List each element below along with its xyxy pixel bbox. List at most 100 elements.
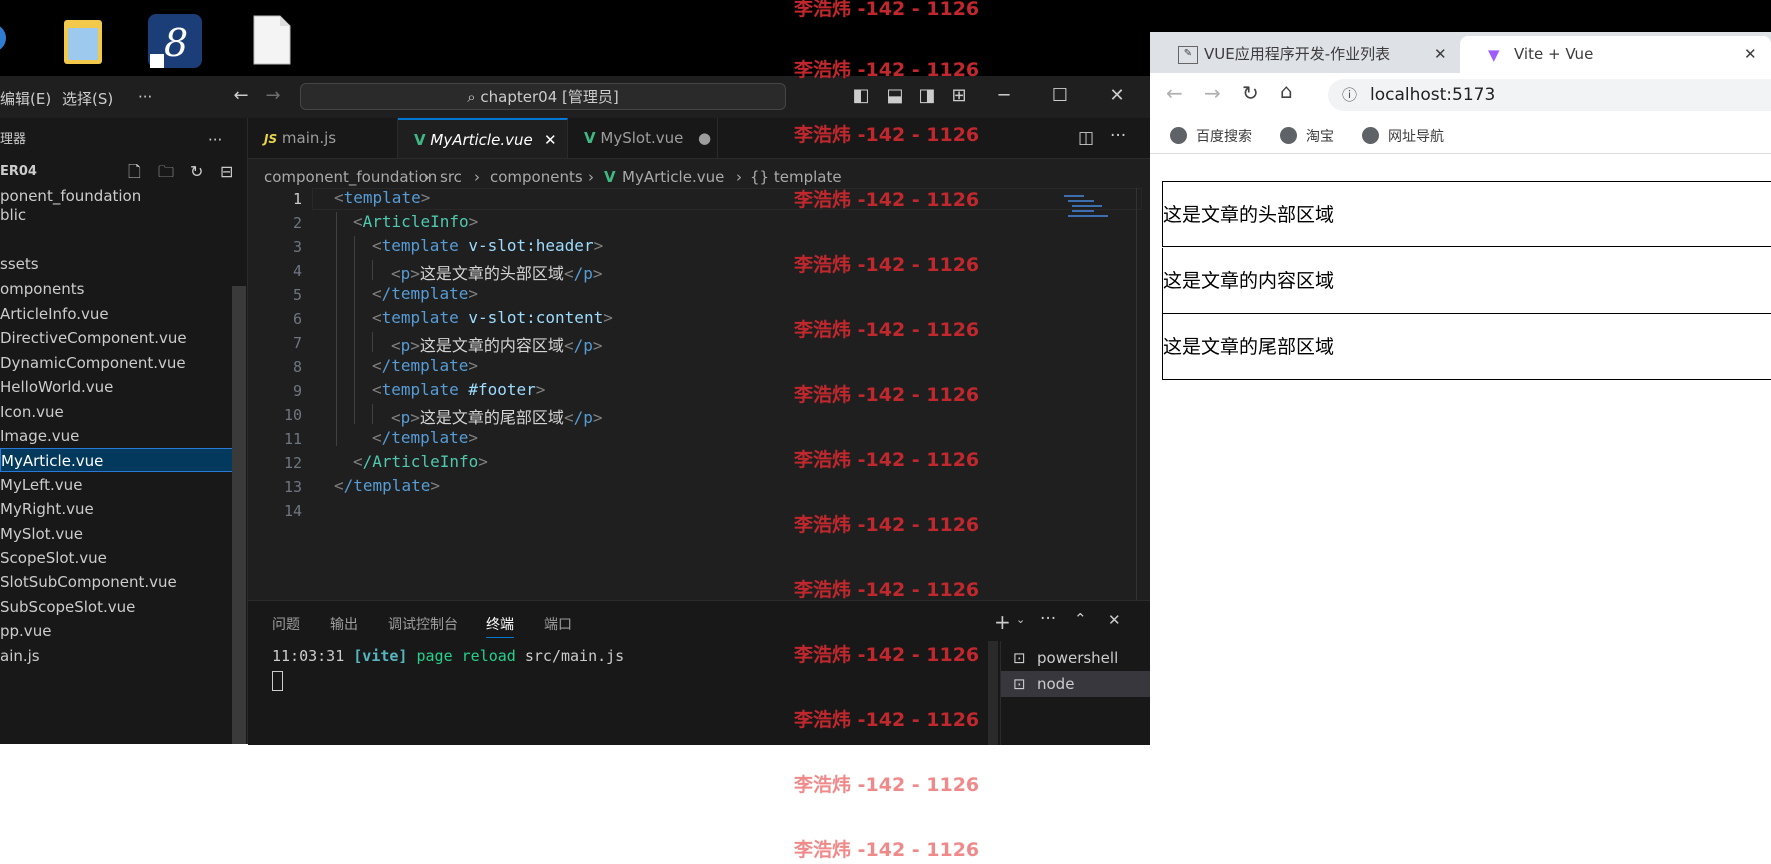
terminal-item-node[interactable]: ⊡ node xyxy=(1001,671,1151,697)
maximize-icon[interactable]: ☐ xyxy=(1049,85,1071,107)
explorer-more-icon[interactable]: ··· xyxy=(208,128,222,152)
tab-myslot-vue[interactable]: V MySlot.vue ● xyxy=(568,118,718,158)
app-shortcut-icon[interactable]: 8 xyxy=(148,14,202,68)
panel-tab-debug-console[interactable]: 调试控制台 xyxy=(388,614,458,634)
watermark: 李浩炜 -142 - 1126 xyxy=(794,59,980,81)
command-center-search[interactable]: ⌕ chapter04 [管理员] xyxy=(300,83,786,110)
toggle-panel-icon[interactable]: ⬓ xyxy=(884,85,906,107)
tree-item[interactable]: Icon.vue xyxy=(0,400,64,424)
unsaved-dot-icon[interactable]: ● xyxy=(698,118,711,158)
close-window-icon[interactable]: ✕ xyxy=(1106,85,1128,107)
browser-tab-assignments[interactable]: ✎ VUE应用程序开发-作业列表 ✕ xyxy=(1150,36,1458,73)
terminal-output[interactable]: 11:03:31 [vite] page reload src/main.js xyxy=(272,647,624,665)
minimize-icon[interactable]: ─ xyxy=(993,85,1015,107)
new-folder-icon[interactable]: 🗀 xyxy=(158,160,174,184)
code-line: <p>这是文章的尾部区域</p> xyxy=(391,408,603,427)
close-tab-icon[interactable]: ✕ xyxy=(544,120,557,160)
tree-item[interactable]: ssets xyxy=(0,252,39,276)
terminal-scrollbar[interactable] xyxy=(988,641,998,745)
panel-tab-terminal[interactable]: 终端 xyxy=(486,614,514,638)
refresh-icon[interactable]: ↻ xyxy=(190,160,203,184)
close-tab-icon[interactable]: ✕ xyxy=(1744,36,1757,73)
tree-item[interactable]: Image.vue xyxy=(0,424,79,448)
indent-guide xyxy=(372,404,373,424)
customize-layout-icon[interactable]: ⊞ xyxy=(948,85,970,107)
line-number: 12 xyxy=(283,454,302,472)
code-editor[interactable]: 1 2 3 4 5 6 7 8 9 10 11 12 13 14 <templa… xyxy=(248,188,1150,600)
back-arrow-icon[interactable]: ← xyxy=(1166,81,1183,105)
terminal-tag: [vite] xyxy=(353,647,408,665)
tab-main-js[interactable]: JS main.js xyxy=(248,118,398,158)
toggle-sidebar-icon[interactable]: ◧ xyxy=(850,85,872,107)
document-icon[interactable] xyxy=(250,14,294,66)
chevron-down-icon[interactable]: ⌄ xyxy=(1016,613,1025,626)
tab-myarticle-vue[interactable]: V MyArticle.vue ✕ xyxy=(398,118,568,158)
collapse-all-icon[interactable]: ⊟ xyxy=(220,160,233,184)
line-number: 13 xyxy=(283,478,302,496)
editor-more-icon[interactable]: ··· xyxy=(1110,126,1126,146)
tree-item[interactable]: DirectiveComponent.vue xyxy=(0,326,187,350)
tree-item[interactable]: SubScopeSlot.vue xyxy=(0,595,135,619)
tree-item[interactable]: ScopeSlot.vue xyxy=(0,546,107,570)
tree-item[interactable]: blic xyxy=(0,203,26,227)
menu-edit[interactable]: 编辑(E) xyxy=(0,88,51,109)
panel-more-icon[interactable]: ··· xyxy=(1040,609,1056,629)
new-terminal-icon[interactable]: + xyxy=(994,610,1011,634)
forward-arrow-icon[interactable]: → xyxy=(262,85,284,107)
split-editor-icon[interactable]: ◫ xyxy=(1078,128,1094,148)
tree-item-selected[interactable]: MyArticle.vue xyxy=(0,448,246,472)
watermark: 李浩炜 -142 - 1126 xyxy=(794,449,980,471)
maximize-panel-icon[interactable]: ⌃ xyxy=(1074,610,1087,628)
breadcrumb-item[interactable]: src xyxy=(440,166,462,188)
line-number: 8 xyxy=(292,358,302,376)
watermark: 李浩炜 -142 - 1126 xyxy=(794,384,980,406)
editor-scrollbar[interactable] xyxy=(1136,188,1151,600)
watermark: 李浩炜 -142 - 1126 xyxy=(794,644,980,666)
site-info-icon[interactable]: ⓘ xyxy=(1342,79,1357,111)
code-line: </template> xyxy=(372,428,478,447)
browser-tab-vite[interactable]: ▼ Vite + Vue ✕ xyxy=(1460,36,1771,73)
tree-item[interactable]: ain.js xyxy=(0,644,40,668)
article-header: 这是文章的头部区域 xyxy=(1162,181,1771,247)
close-tab-icon[interactable]: ✕ xyxy=(1434,36,1447,73)
toggle-secondary-sidebar-icon[interactable]: ◨ xyxy=(916,85,938,107)
bookmark-nav[interactable]: 网址导航 xyxy=(1362,126,1444,146)
tree-item[interactable]: omponents xyxy=(0,277,84,301)
folder-icon[interactable] xyxy=(62,14,106,66)
tree-item[interactable]: SlotSubComponent.vue xyxy=(0,570,177,594)
tree-item[interactable]: HelloWorld.vue xyxy=(0,375,113,399)
breadcrumb-item[interactable]: components xyxy=(490,166,583,188)
terminal-item-powershell[interactable]: ⊡ powershell xyxy=(1001,645,1151,671)
terminal-list: ⊡ powershell ⊡ node xyxy=(1000,641,1151,745)
panel-tab-problems[interactable]: 问题 xyxy=(272,614,300,634)
tree-item[interactable]: MyLeft.vue xyxy=(0,473,82,497)
tree-item[interactable]: MyRight.vue xyxy=(0,497,94,521)
panel-tab-output[interactable]: 输出 xyxy=(330,614,358,634)
bookmark-taobao[interactable]: 淘宝 xyxy=(1280,126,1334,146)
back-arrow-icon[interactable]: ← xyxy=(230,85,252,107)
breadcrumb-item[interactable]: MyArticle.vue xyxy=(622,166,724,188)
forward-arrow-icon[interactable]: → xyxy=(1204,81,1221,105)
tree-item[interactable]: pp.vue xyxy=(0,619,51,643)
root-folder[interactable]: ER04 xyxy=(0,160,37,184)
panel-tab-ports[interactable]: 端口 xyxy=(544,614,572,634)
reload-icon[interactable]: ↻ xyxy=(1242,81,1259,105)
sidebar-scrollbar[interactable] xyxy=(232,286,246,744)
title-bar: 编辑(E) 选择(S) ··· ← → ⌕ chapter04 [管理员] ◧ … xyxy=(0,76,1150,119)
new-file-icon[interactable]: 🗋 xyxy=(128,160,141,184)
menu-select[interactable]: 选择(S) xyxy=(62,88,113,109)
watermark: 李浩炜 -142 - 1126 xyxy=(794,254,980,276)
url-input[interactable]: ⓘ localhost:5173 xyxy=(1328,79,1771,111)
breadcrumb-item[interactable]: component_foundation xyxy=(264,166,437,188)
menu-more[interactable]: ··· xyxy=(138,88,152,106)
close-panel-icon[interactable]: ✕ xyxy=(1108,611,1121,629)
bookmark-baidu[interactable]: 百度搜索 xyxy=(1170,126,1252,146)
tree-item[interactable]: ArticleInfo.vue xyxy=(0,302,109,326)
home-icon[interactable]: ⌂ xyxy=(1280,79,1293,103)
breadcrumb: component_foundation › src › components … xyxy=(248,166,1148,188)
minimap[interactable] xyxy=(1064,192,1108,226)
tree-item[interactable]: DynamicComponent.vue xyxy=(0,351,186,375)
tree-item[interactable]: MySlot.vue xyxy=(0,522,83,546)
terminal-time: 11:03:31 xyxy=(272,647,345,665)
globe-icon[interactable] xyxy=(0,14,26,66)
